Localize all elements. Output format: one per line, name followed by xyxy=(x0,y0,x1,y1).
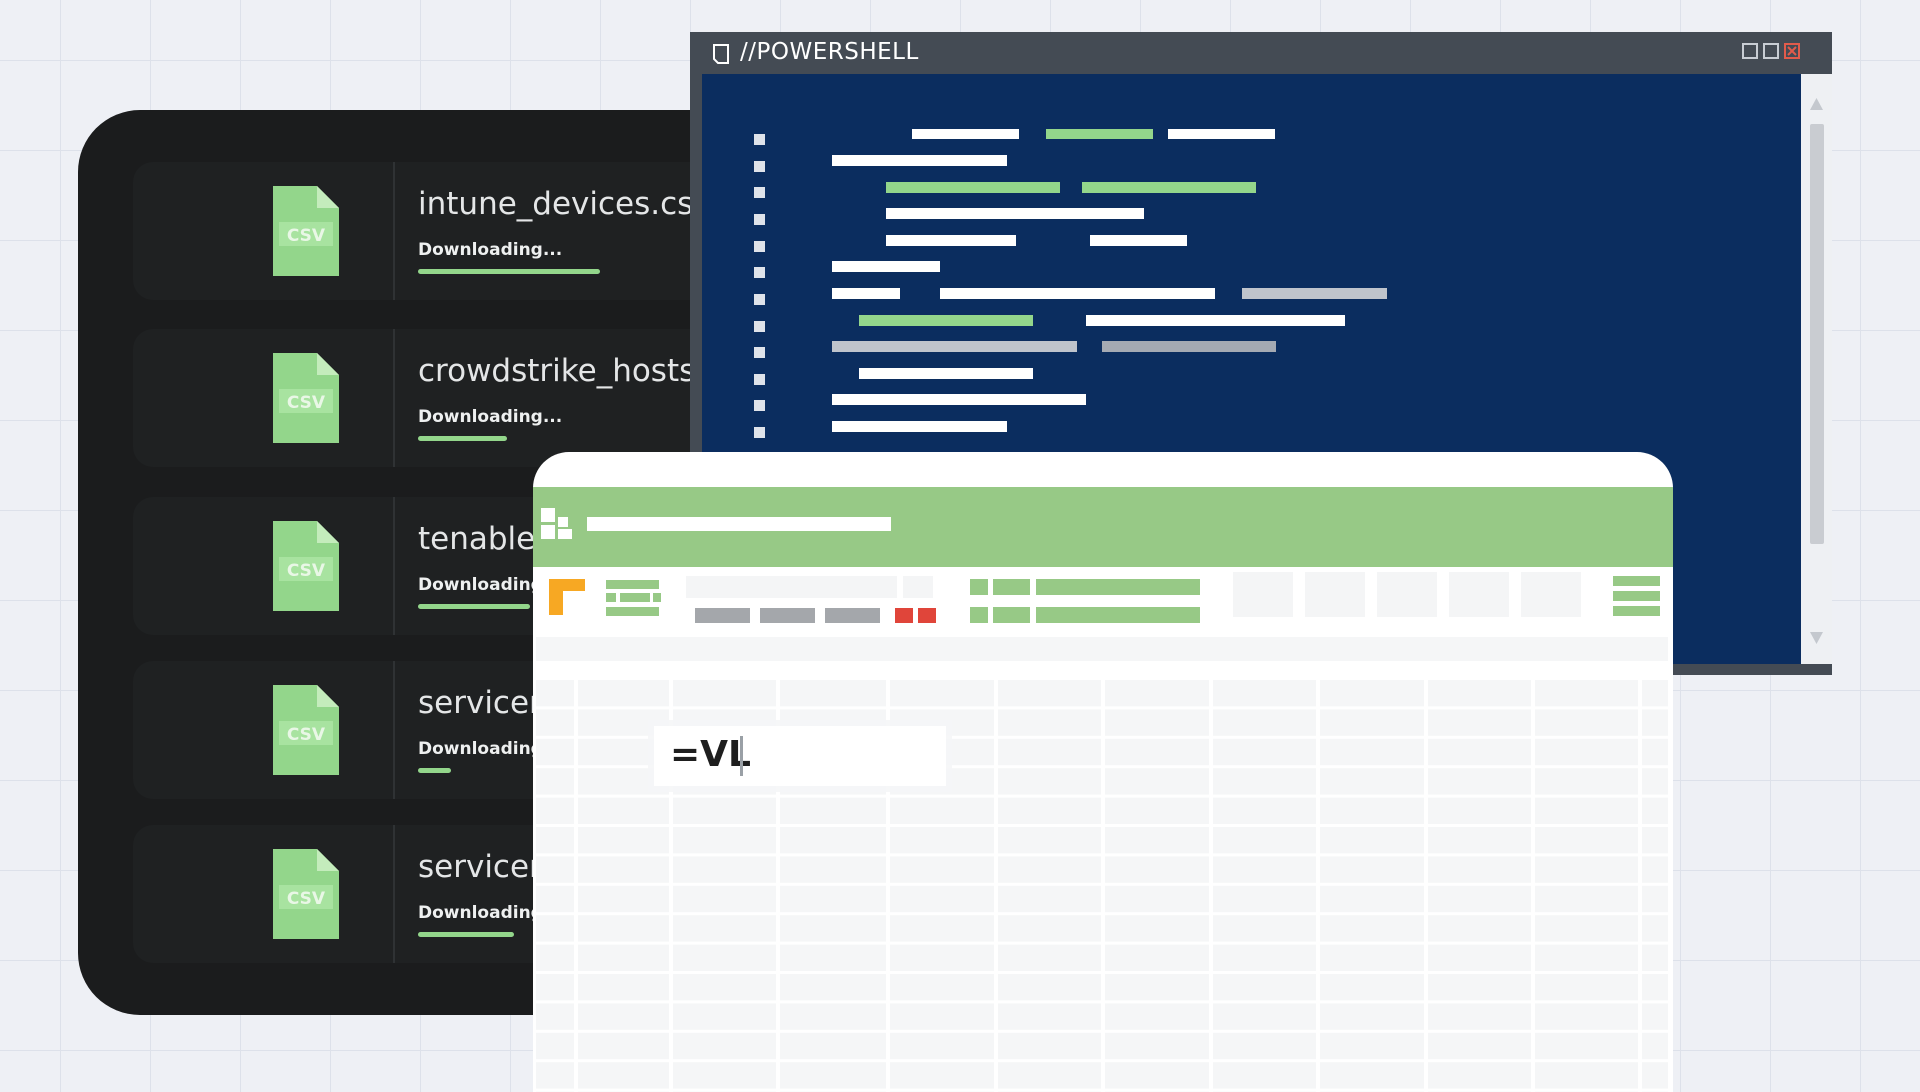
download-progress-bar xyxy=(418,932,514,937)
download-filename: intune_devices.csv xyxy=(418,186,712,222)
download-status: Downloading... xyxy=(418,240,563,260)
csv-file-icon: CSV xyxy=(273,353,339,443)
formula-bar[interactable] xyxy=(536,637,1668,661)
text-caret xyxy=(740,736,743,776)
download-progress-bar xyxy=(418,269,600,274)
csv-icon-label: CSV xyxy=(287,889,326,909)
csv-icon-label: CSV xyxy=(287,393,326,413)
powershell-titlebar[interactable]: //POWERSHELL xyxy=(690,32,1832,74)
divider xyxy=(393,329,395,467)
download-status: Downloading... xyxy=(418,407,563,427)
csv-icon-label: CSV xyxy=(287,561,326,581)
spreadsheet-logo-icon xyxy=(541,508,572,539)
document-icon xyxy=(713,44,729,64)
scroll-down-icon[interactable] xyxy=(1801,626,1832,650)
csv-file-icon: CSV xyxy=(273,685,339,775)
powershell-scrollbar[interactable] xyxy=(1801,74,1832,664)
download-progress-bar xyxy=(418,768,451,773)
spreadsheet-header xyxy=(533,487,1673,567)
maximize-icon[interactable] xyxy=(1763,43,1779,59)
csv-file-icon: CSV xyxy=(273,186,339,276)
csv-file-icon: CSV xyxy=(273,521,339,611)
close-icon[interactable] xyxy=(1784,43,1800,59)
scroll-thumb[interactable] xyxy=(1810,124,1824,544)
spreadsheet-title-placeholder xyxy=(587,517,891,531)
powershell-title: //POWERSHELL xyxy=(740,39,919,65)
csv-file-icon: CSV xyxy=(273,849,339,939)
divider xyxy=(393,661,395,799)
formula-input-text: =VL xyxy=(670,734,751,775)
download-progress-bar xyxy=(418,604,530,609)
formula-input[interactable]: =VL xyxy=(654,726,946,786)
divider xyxy=(393,497,395,635)
divider xyxy=(393,162,395,300)
divider xyxy=(393,825,395,963)
download-progress-bar xyxy=(418,436,507,441)
minimize-icon[interactable] xyxy=(1742,43,1758,59)
ribbon-controls xyxy=(549,572,1660,623)
csv-icon-label: CSV xyxy=(287,725,326,745)
scroll-up-icon[interactable] xyxy=(1801,92,1832,116)
csv-icon-label: CSV xyxy=(287,226,326,246)
